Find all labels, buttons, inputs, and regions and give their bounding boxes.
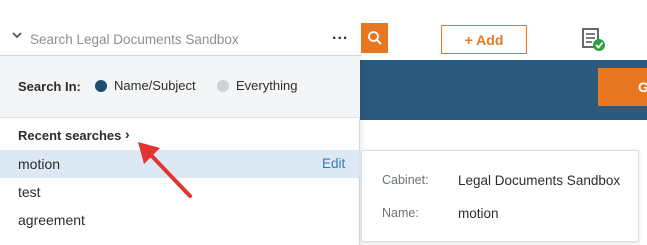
edit-link[interactable]: Edit bbox=[322, 156, 345, 171]
search-in-row: Search In: Name/Subject Everything bbox=[0, 56, 360, 118]
radio-name-subject[interactable] bbox=[95, 80, 107, 92]
search-info-card: Cabinet: Legal Documents Sandbox Name: m… bbox=[361, 150, 639, 242]
chevron-right-icon[interactable]: › bbox=[125, 126, 130, 142]
more-dots-icon[interactable]: ... bbox=[332, 26, 348, 44]
recent-search-text: motion bbox=[18, 156, 61, 172]
recent-search-text: agreement bbox=[18, 212, 85, 228]
search-input[interactable] bbox=[30, 28, 320, 50]
chevron-down-icon[interactable] bbox=[12, 30, 26, 44]
radio-label-name-subject[interactable]: Name/Subject bbox=[114, 78, 196, 93]
magnifier-icon bbox=[367, 31, 382, 45]
cabinet-value: Legal Documents Sandbox bbox=[458, 173, 621, 188]
cabinet-label: Cabinet: bbox=[382, 173, 429, 187]
name-value: motion bbox=[458, 206, 499, 221]
annotation-arrow-icon bbox=[138, 142, 192, 198]
radio-label-everything[interactable]: Everything bbox=[236, 78, 297, 93]
search-in-label: Search In: bbox=[18, 79, 81, 94]
radio-everything[interactable] bbox=[217, 80, 229, 92]
recent-search-text: test bbox=[18, 184, 41, 200]
search-button[interactable] bbox=[361, 23, 388, 53]
go-button[interactable]: G bbox=[598, 68, 647, 106]
name-label: Name: bbox=[382, 206, 419, 220]
recent-searches-header[interactable]: Recent searches bbox=[18, 128, 121, 143]
search-bar: ... bbox=[0, 22, 362, 56]
document-check-icon[interactable] bbox=[580, 26, 608, 54]
add-button[interactable]: + Add bbox=[441, 25, 527, 54]
